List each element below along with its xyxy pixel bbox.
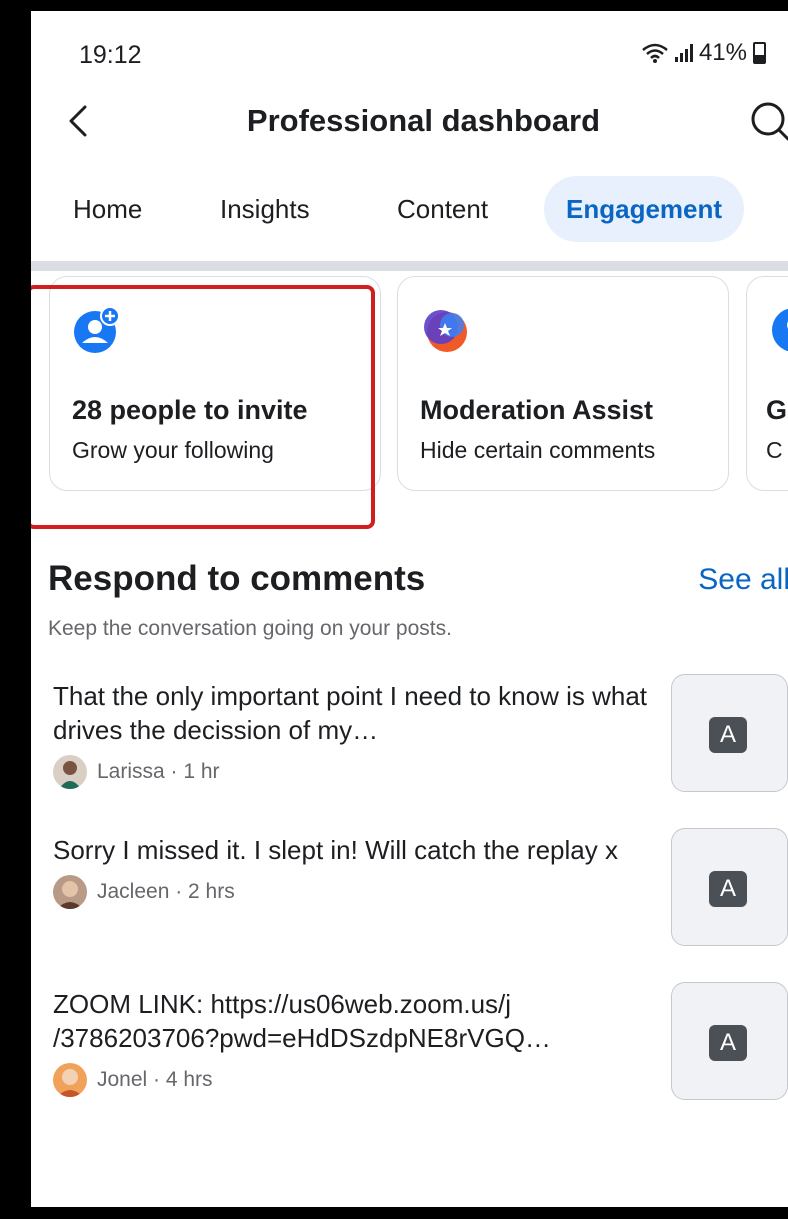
- section-divider: [31, 261, 788, 271]
- card-partial[interactable]: G C: [746, 276, 788, 491]
- tab-insights[interactable]: Insights: [198, 176, 332, 242]
- status-time: 19:12: [79, 41, 142, 69]
- battery-icon: [753, 42, 766, 64]
- card-moderation-assist[interactable]: Moderation Assist Hide certain comments: [397, 276, 729, 491]
- moderation-shield-icon: [424, 310, 467, 352]
- avatar: [53, 1063, 87, 1097]
- comment-item[interactable]: Sorry I missed it. I slept in! Will catc…: [53, 833, 653, 909]
- dashboard-tabs: Home Insights Content Engagement: [31, 176, 788, 246]
- thumbnail-letter: A: [709, 871, 747, 907]
- section-subtitle: Keep the conversation going on your post…: [48, 617, 452, 640]
- person-icon: [772, 308, 788, 352]
- tab-engagement[interactable]: Engagement: [544, 176, 745, 242]
- status-bar: 19:12 41%: [31, 11, 788, 81]
- comment-text: That the only important point I need to …: [53, 681, 648, 745]
- thumbnail-letter: A: [709, 717, 747, 753]
- comment-meta: Jacleen · 2 hrs: [97, 880, 235, 903]
- status-icons: 41%: [641, 39, 766, 67]
- avatar: [53, 875, 87, 909]
- comment-item[interactable]: That the only important point I need to …: [53, 679, 653, 789]
- highlight-box: [31, 285, 375, 529]
- comment-text: ZOOM LINK: https://us06web.zoom.us/j /37…: [53, 989, 551, 1053]
- app-header: Professional dashboard: [31, 91, 788, 151]
- wifi-icon: [642, 43, 668, 63]
- thumbnail-letter: A: [709, 1025, 747, 1061]
- avatar: [53, 755, 87, 789]
- signal-icon: [674, 44, 693, 62]
- tab-content[interactable]: Content: [375, 176, 510, 242]
- comment-meta: Larissa · 1 hr: [97, 760, 220, 783]
- post-thumbnail[interactable]: A: [671, 982, 788, 1100]
- post-thumbnail[interactable]: A: [671, 674, 788, 792]
- card-title: G: [766, 395, 788, 425]
- search-icon[interactable]: [748, 99, 788, 143]
- comment-meta: Jonel · 4 hrs: [97, 1068, 213, 1091]
- comment-item[interactable]: ZOOM LINK: https://us06web.zoom.us/j /37…: [53, 987, 653, 1097]
- section-title: Respond to comments: [48, 559, 426, 598]
- page-title: Professional dashboard: [246, 103, 601, 138]
- battery-percent: 41%: [698, 39, 747, 66]
- comment-text: Sorry I missed it. I slept in! Will catc…: [53, 835, 618, 865]
- card-subtitle: Hide certain comments: [420, 437, 656, 463]
- see-all-link[interactable]: See all: [698, 563, 788, 597]
- tab-home[interactable]: Home: [51, 176, 164, 242]
- card-title: Moderation Assist: [420, 395, 654, 425]
- phone-screen: 19:12 41% Professional dashboard Home In…: [31, 11, 788, 1207]
- card-subtitle: C: [766, 437, 783, 463]
- post-thumbnail[interactable]: A: [671, 828, 788, 946]
